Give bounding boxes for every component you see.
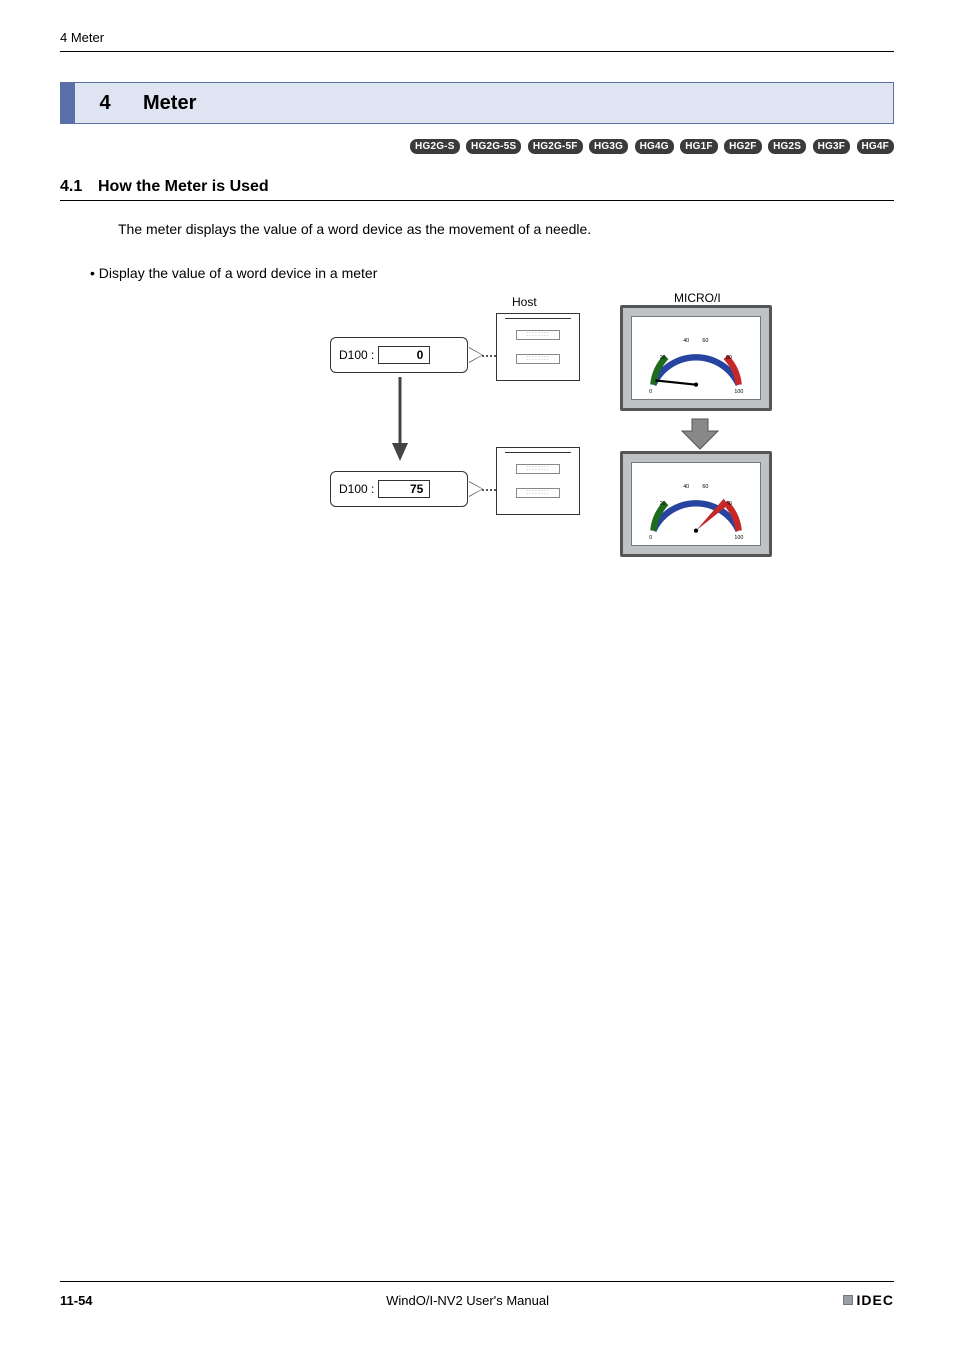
model-badge: HG4F xyxy=(857,139,894,154)
svg-text:40: 40 xyxy=(683,484,689,490)
bullet-item: • Display the value of a word device in … xyxy=(90,265,894,281)
model-badge: HG4G xyxy=(635,139,674,154)
section-number: 4 xyxy=(75,83,135,123)
page-number: 11-54 xyxy=(60,1293,93,1308)
model-badge: HG1F xyxy=(680,139,717,154)
device-box-2: D100 : 75 xyxy=(330,471,468,507)
microi-screen-2: 0 20 40 60 80 100 xyxy=(620,451,772,557)
gauge-2: 0 20 40 60 80 100 xyxy=(632,463,760,545)
svg-text:100: 100 xyxy=(734,389,743,395)
subsection-heading: 4.1 How the Meter is Used xyxy=(60,178,894,201)
model-badge: HG3F xyxy=(813,139,850,154)
svg-text:40: 40 xyxy=(683,338,689,344)
svg-text:60: 60 xyxy=(702,484,708,490)
model-badge: HG2G-5F xyxy=(528,139,583,154)
model-badge: HG2G-5S xyxy=(466,139,521,154)
svg-text:60: 60 xyxy=(702,338,708,344)
device-value: 0 xyxy=(378,346,430,364)
section-accent xyxy=(61,83,75,123)
brand-square-icon xyxy=(843,1295,853,1305)
header-rule xyxy=(60,51,894,52)
manual-title: WindO/I-NV2 User's Manual xyxy=(386,1293,549,1308)
brand-logo: IDEC xyxy=(843,1292,894,1308)
svg-text:20: 20 xyxy=(660,501,666,507)
svg-text:0: 0 xyxy=(649,535,652,541)
svg-text:80: 80 xyxy=(726,355,732,361)
device-label: D100 : xyxy=(339,348,374,362)
subsection-title: How the Meter is Used xyxy=(98,178,269,196)
host-label: Host xyxy=(512,295,537,309)
arrow-down-hollow xyxy=(680,417,720,451)
device-box-1: D100 : 0 xyxy=(330,337,468,373)
microi-label: MICRO/I xyxy=(674,291,721,305)
svg-text:100: 100 xyxy=(734,535,743,541)
section-title: Meter xyxy=(135,83,893,123)
model-badges: HG2G-S HG2G-5S HG2G-5F HG3G HG4G HG1F HG… xyxy=(60,136,894,154)
dash-connector xyxy=(482,489,496,491)
page-footer: 11-54 WindO/I-NV2 User's Manual IDEC xyxy=(60,1281,894,1308)
dash-connector xyxy=(482,355,496,357)
running-header: 4 Meter xyxy=(60,30,894,45)
brand-text: IDEC xyxy=(857,1292,894,1308)
model-badge: HG2S xyxy=(768,139,806,154)
host-box-1 xyxy=(496,313,580,381)
arrow-down-solid xyxy=(390,377,410,463)
device-label: D100 : xyxy=(339,482,374,496)
model-badge: HG2G-S xyxy=(410,139,460,154)
device-value: 75 xyxy=(378,480,430,498)
gauge-1: 0 20 40 60 80 100 xyxy=(632,317,760,399)
section-heading-bar: 4 Meter xyxy=(60,82,894,124)
diagram: Host MICRO/I D100 : 0 0 20 40 60 80 xyxy=(220,299,820,589)
svg-text:0: 0 xyxy=(649,389,652,395)
microi-screen-1: 0 20 40 60 80 100 xyxy=(620,305,772,411)
model-badge: HG3G xyxy=(589,139,628,154)
svg-text:20: 20 xyxy=(660,355,666,361)
model-badge: HG2F xyxy=(724,139,761,154)
host-box-2 xyxy=(496,447,580,515)
intro-paragraph: The meter displays the value of a word d… xyxy=(118,221,894,237)
subsection-number: 4.1 xyxy=(60,178,98,196)
